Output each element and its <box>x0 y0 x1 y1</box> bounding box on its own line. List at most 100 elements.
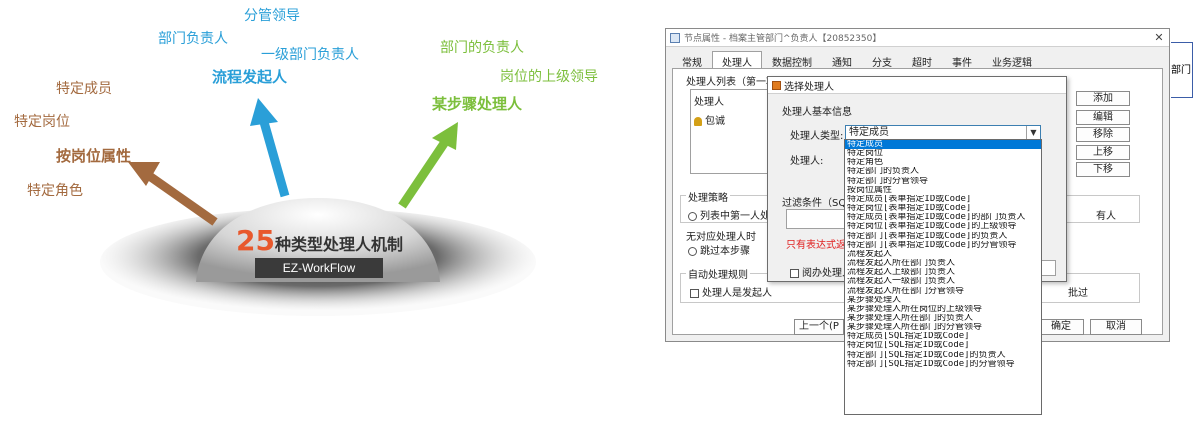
external-frame-text: 部门 <box>1171 65 1191 76</box>
dropdown-option[interactable]: 流程发起人所在部门分管领导 <box>845 287 1041 296</box>
dropdown-option[interactable]: 某步骤处理人所在部门的负责人 <box>845 314 1041 323</box>
green-arrow-line <box>398 139 449 209</box>
strategy-first-option-label: 列表中第一人处 <box>700 211 770 222</box>
label-step-handler: 某步骤处理人 <box>432 95 523 113</box>
remove-button[interactable]: 移除 <box>1076 127 1130 142</box>
dropdown-option[interactable]: 特定部门的分管领导 <box>845 177 1041 186</box>
dome-text: 种类型处理人机制 <box>274 235 403 254</box>
brown-arrow-line <box>145 171 218 226</box>
move-down-button[interactable]: 下移 <box>1076 162 1130 177</box>
dropdown-option[interactable]: 特定岗位 <box>845 149 1041 158</box>
auto-initiator-option[interactable]: 处理人是发起人 <box>690 284 772 299</box>
previous-button[interactable]: 上一个(P <box>794 319 844 335</box>
filter-condition-label: 过滤条件（SQL <box>782 198 852 209</box>
dialog-icon <box>772 80 781 90</box>
dropdown-option[interactable]: 某步骤处理人所在部门的分管领导 <box>845 323 1041 332</box>
basic-info-label: 处理人基本信息 <box>782 107 852 118</box>
strategy-all-option-label: 有人 <box>1096 211 1116 222</box>
skip-step-label: 跳过本步骤 <box>700 246 750 257</box>
window-titlebar[interactable]: 节点属性 - 档案主管部门^负责人【20852350】 ✕ <box>666 29 1169 47</box>
handler-type-select[interactable]: 特定成员 ▼ <box>845 125 1041 140</box>
label-department-head: 部门负责人 <box>158 31 228 47</box>
edit-button[interactable]: 编辑 <box>1076 110 1130 125</box>
handler-list-item[interactable]: 包诚 <box>694 112 766 127</box>
dropdown-option[interactable]: 某步骤处理人所在岗位的上级领导 <box>845 305 1041 314</box>
handler-type-label: 处理人类型: <box>790 131 844 142</box>
dropdown-option[interactable]: 按岗位属性 <box>845 186 1041 195</box>
tab-notification[interactable]: 通知 <box>822 51 862 69</box>
tab-general[interactable]: 常规 <box>672 51 712 69</box>
dropdown-option[interactable]: 特定部门的负责人 <box>845 167 1041 176</box>
auto-initiator-label: 处理人是发起人 <box>702 288 772 299</box>
dropdown-option[interactable]: 特定成员 <box>845 140 1041 150</box>
workflow-infographic: 特定成员 特定岗位 按岗位属性 特定角色 分管领导 部门负责人 一级部门负责人 … <box>0 0 640 430</box>
dome-number: 25 <box>236 224 275 257</box>
tab-data-control[interactable]: 数据控制 <box>762 51 822 69</box>
handler-list[interactable]: 处理人 包诚 <box>690 89 770 174</box>
tab-business-logic[interactable]: 业务逻辑 <box>982 51 1042 69</box>
label-department-head-of: 部门的负责人 <box>440 40 524 56</box>
label-by-post-attribute: 按岗位属性 <box>56 147 132 165</box>
dropdown-option[interactable]: 特定角色 <box>845 158 1041 167</box>
auto-initiator-checkbox[interactable] <box>690 288 699 298</box>
ok-button[interactable]: 确定 <box>1038 319 1084 335</box>
chevron-down-icon[interactable]: ▼ <box>1026 126 1040 139</box>
handler-label: 处理人: <box>790 156 824 167</box>
tab-branch[interactable]: 分支 <box>862 51 902 69</box>
skip-radio[interactable] <box>688 246 697 256</box>
skip-step-option[interactable]: 跳过本步骤 <box>688 242 750 257</box>
external-frame: 部门 <box>1171 42 1193 98</box>
dropdown-option[interactable]: 特定成员[表单指定ID或Code] <box>845 195 1041 204</box>
dropdown-option[interactable]: 某步骤处理人 <box>845 296 1041 305</box>
dialog-title: 选择处理人 <box>784 81 834 93</box>
dropdown-option[interactable]: 特定部门[表单指定ID或Code]的负责人 <box>845 232 1041 241</box>
handler-list-header: 处理人 <box>694 97 724 108</box>
move-up-button[interactable]: 上移 <box>1076 145 1130 160</box>
cancel-button[interactable]: 取消 <box>1090 319 1142 335</box>
dropdown-option[interactable]: 特定成员[SQL指定ID或Code] <box>845 332 1041 341</box>
dropdown-option[interactable]: 流程发起人一级部门负责人 <box>845 277 1041 286</box>
filter-condition-input[interactable] <box>786 209 846 229</box>
tab-handler[interactable]: 处理人 <box>712 51 762 69</box>
tab-event[interactable]: 事件 <box>942 51 982 69</box>
dome-title: 25种类型处理人机制 <box>236 224 403 257</box>
label-specific-member: 特定成员 <box>56 81 112 97</box>
label-specific-post: 特定岗位 <box>14 114 70 130</box>
close-icon[interactable]: ✕ <box>1149 31 1169 44</box>
dropdown-option[interactable]: 特定岗位[表单指定ID或Code]的上级领导 <box>845 222 1041 231</box>
dropdown-option[interactable]: 特定岗位[SQL指定ID或Code] <box>845 341 1041 350</box>
dropdown-option[interactable]: 特定成员[表单指定ID或Code]的部门负责人 <box>845 213 1041 222</box>
dropdown-option[interactable]: 流程发起人所在部门负责人 <box>845 259 1041 268</box>
label-post-superior: 岗位的上级领导 <box>500 69 598 85</box>
dome-badge: EZ-WorkFlow <box>255 258 383 278</box>
blue-arrow-line <box>259 120 290 198</box>
strategy-radio[interactable] <box>688 211 697 221</box>
auto-approve-label: 批过 <box>1068 288 1088 299</box>
label-specific-role: 特定角色 <box>27 183 83 199</box>
dropdown-option[interactable]: 流程发起人 <box>845 250 1041 259</box>
label-first-level-department-head: 一级部门负责人 <box>261 47 359 63</box>
dropdown-option[interactable]: 特定岗位[表单指定ID或Code] <box>845 204 1041 213</box>
read-handler-checkbox[interactable] <box>790 268 799 278</box>
dialog-titlebar[interactable]: 选择处理人 <box>768 77 1066 94</box>
tab-bar: 常规 处理人 数据控制 通知 分支 超时 事件 业务逻辑 <box>672 51 1163 69</box>
dropdown-option[interactable]: 流程发起人上级部门负责人 <box>845 268 1041 277</box>
add-button[interactable]: 添加 <box>1076 91 1130 106</box>
dropdown-option[interactable]: 特定部门[表单指定ID或Code]的分管领导 <box>845 241 1041 250</box>
app-icon <box>670 32 680 43</box>
user-icon <box>694 116 702 126</box>
blue-arrow-head <box>250 98 278 126</box>
dropdown-option[interactable]: 特定部门[SQL指定ID或Code]的分管领导 <box>845 360 1041 369</box>
read-handler-option[interactable]: 阅办处理人 <box>790 264 852 279</box>
window-title: 节点属性 - 档案主管部门^负责人【20852350】 <box>684 34 882 44</box>
dialog-side-input[interactable] <box>1040 260 1056 276</box>
label-division-leader: 分管领导 <box>244 8 300 24</box>
no-handler-label: 无对应处理人时 <box>686 232 756 243</box>
tab-timeout[interactable]: 超时 <box>902 51 942 69</box>
handler-name: 包诚 <box>705 116 725 127</box>
handler-list-label: 处理人列表（第一项 <box>686 77 776 88</box>
handler-type-value: 特定成员 <box>849 127 889 138</box>
handler-type-dropdown[interactable]: 特定成员 特定岗位 特定角色 特定部门的负责人 特定部门的分管领导 按岗位属性 特定成员[表… <box>844 139 1042 415</box>
dropdown-option[interactable]: 特定部门[SQL指定ID或Code]的负责人 <box>845 351 1041 360</box>
strategy-first-option[interactable]: 列表中第一人处 <box>688 207 770 222</box>
